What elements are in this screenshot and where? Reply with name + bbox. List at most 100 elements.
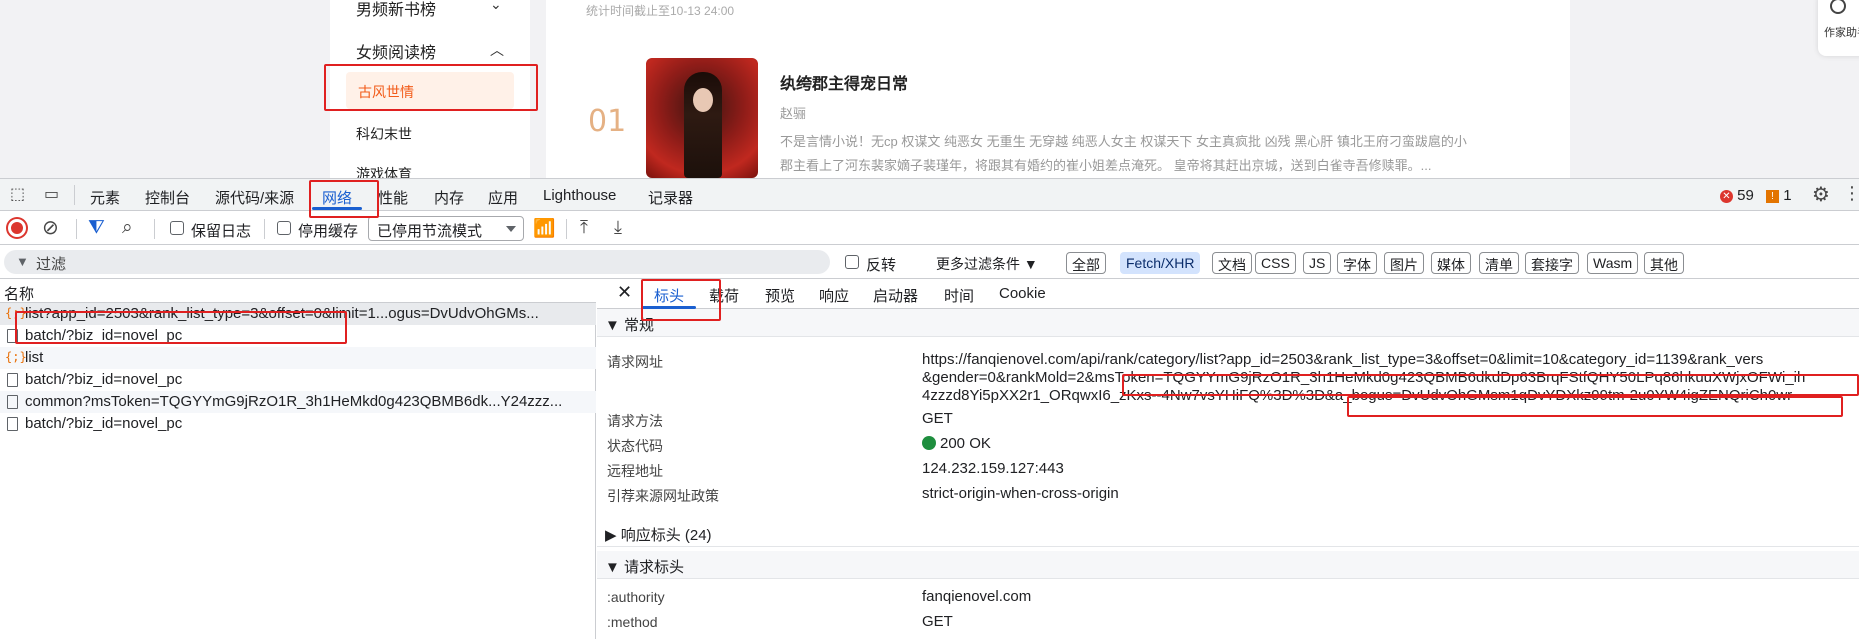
filter-funnel-icon[interactable]: ⧨ xyxy=(88,218,105,237)
devtools-tab-bar: ⬚ ▭ 元素 控制台 源代码/来源 网络 性能 内存 应用 Lighthouse… xyxy=(0,178,1859,211)
stat-time-label: 统计时间截止至10-13 24:00 xyxy=(586,4,735,18)
dropdown-arrow-icon xyxy=(506,226,516,232)
active-tab-underline xyxy=(312,207,362,210)
chip-img[interactable]: 图片 xyxy=(1384,252,1424,274)
invert-label: 反转 xyxy=(866,257,897,274)
tab-console[interactable]: 控制台 xyxy=(145,187,190,208)
tab-initiator[interactable]: 启动器 xyxy=(873,285,918,306)
request-name: batch/?biz_id=novel_pc xyxy=(25,327,183,344)
document-icon xyxy=(7,329,18,343)
network-toolbar: ⊘ ⧨ ⌕ 保留日志 停用缓存 已停用节流模式 📶 ⤒ ⤓ xyxy=(0,211,1859,245)
status-code-key: 状态代码 xyxy=(607,438,663,454)
disable-cache-checkbox[interactable] xyxy=(277,221,291,235)
chip-js[interactable]: JS xyxy=(1303,252,1332,274)
chip-css[interactable]: CSS xyxy=(1255,252,1296,274)
chevron-up-icon[interactable]: ︿ xyxy=(490,40,504,60)
request-row[interactable]: batch/?biz_id=novel_pc xyxy=(0,369,596,391)
import-har-icon[interactable]: ⤒ xyxy=(580,218,588,236)
tab-performance[interactable]: 性能 xyxy=(378,187,408,208)
tab-memory[interactable]: 内存 xyxy=(434,187,464,208)
header-value: fanqienovel.com xyxy=(922,588,1032,605)
divider xyxy=(74,185,75,205)
section-response-headers[interactable]: ▶ 响应标头 (24) xyxy=(597,519,1859,547)
tab-lighthouse[interactable]: Lighthouse xyxy=(543,187,616,204)
request-url-value: &gender=0&rankMold=2&msToken=TQGYYmG9jRz… xyxy=(922,369,1806,386)
request-row[interactable]: {;} list?app_id=2503&rank_list_type=3&of… xyxy=(0,303,596,325)
device-toolbar-icon[interactable]: ▭ xyxy=(44,187,59,203)
clear-icon[interactable]: ⊘ xyxy=(42,218,59,238)
book-cover-image[interactable] xyxy=(646,58,758,178)
tab-payload[interactable]: 载荷 xyxy=(709,285,739,306)
section-title: ▶ 响应标头 (24) xyxy=(605,527,712,544)
invert-checkbox[interactable] xyxy=(845,255,859,269)
filter-input[interactable]: ▼ 过滤 xyxy=(4,250,830,274)
author-assistant-widget[interactable]: 作家助手 xyxy=(1818,0,1859,56)
preserve-log-checkbox[interactable] xyxy=(170,221,184,235)
rank-number: 01 xyxy=(588,104,627,139)
tab-response[interactable]: 响应 xyxy=(819,285,849,306)
tab-headers[interactable]: 标头 xyxy=(654,285,684,306)
tab-sources[interactable]: 源代码/来源 xyxy=(215,187,294,208)
filter-bar: ▼ 过滤 反转 更多过滤条件 ▼ 全部 Fetch/XHR 文档 CSS JS … xyxy=(0,245,1859,279)
chip-doc[interactable]: 文档 xyxy=(1212,252,1252,274)
inspect-element-icon[interactable]: ⬚ xyxy=(10,187,25,203)
chip-media[interactable]: 媒体 xyxy=(1431,252,1471,274)
tab-timing[interactable]: 时间 xyxy=(944,285,974,306)
sidebar-section-female[interactable]: 女频阅读榜 xyxy=(356,39,436,63)
request-detail-pane: ✕ 标头 载荷 预览 响应 启动器 时间 Cookie ▼ 常规 请求网址 ht… xyxy=(597,279,1859,639)
tab-application[interactable]: 应用 xyxy=(488,187,518,208)
section-title: ▼ 常规 xyxy=(605,317,655,334)
book-title[interactable]: 纨绔郡主得宠日常 xyxy=(780,70,908,94)
column-header-label: 名称 xyxy=(4,286,35,303)
sidebar-item-male-new[interactable]: 男频新书榜 xyxy=(356,0,436,20)
column-header-name[interactable]: 名称 xyxy=(0,279,596,303)
warning-icon: ! xyxy=(1766,189,1780,203)
status-code-text: 200 OK xyxy=(940,435,991,452)
chip-websocket[interactable]: 套接字 xyxy=(1525,252,1579,274)
status-ok-icon xyxy=(922,436,936,450)
chip-all[interactable]: 全部 xyxy=(1066,252,1106,274)
chip-wasm[interactable]: Wasm xyxy=(1587,252,1639,274)
sidebar-item-gufeng[interactable]: 古风世情 xyxy=(346,72,514,109)
close-icon[interactable]: ✕ xyxy=(617,282,632,303)
export-har-icon[interactable]: ⤓ xyxy=(614,218,622,236)
throttling-value: 已停用节流模式 xyxy=(377,223,483,240)
request-name: batch/?biz_id=novel_pc xyxy=(25,371,183,388)
chip-other[interactable]: 其他 xyxy=(1644,252,1684,274)
header-key: :authority xyxy=(607,589,665,605)
chip-fetch-xhr[interactable]: Fetch/XHR xyxy=(1120,252,1201,274)
tab-recorder[interactable]: 记录器 xyxy=(648,187,693,208)
request-url-value: 4zzzd8Yi5pXX2r1_ORqwxI6_zKxs--4Nw7vsYHiF… xyxy=(922,387,1793,404)
tab-network[interactable]: 网络 xyxy=(322,187,352,208)
request-name: common?msToken=TQGYYmG9jRzO1R_3h1HeMkd0g… xyxy=(25,393,563,410)
issues-counter[interactable]: ✕ 59 ! 1 xyxy=(1720,187,1792,204)
request-row[interactable]: common?msToken=TQGYYmG9jRzO1R_3h1HeMkd0g… xyxy=(0,391,596,413)
sidebar-item-games[interactable]: 游戏体育 xyxy=(356,164,412,178)
sidebar-item-scifi[interactable]: 科幻末世 xyxy=(356,124,412,144)
cover-face xyxy=(693,88,713,112)
tab-elements[interactable]: 元素 xyxy=(90,187,120,208)
request-row[interactable]: {;} list xyxy=(0,347,596,369)
book-author[interactable]: 赵骊 xyxy=(780,103,806,122)
more-options-icon[interactable]: ⋮ xyxy=(1843,184,1859,202)
search-icon[interactable]: ⌕ xyxy=(122,218,133,237)
book-description-line: 郡主看上了河东裴家嫡子裴瑾年，将跟其有婚约的崔小姐差点淹死。 皇帝将其赶出京城，… xyxy=(780,158,1432,173)
chip-manifest[interactable]: 清单 xyxy=(1479,252,1519,274)
tab-cookies[interactable]: Cookie xyxy=(999,285,1046,302)
record-stop-icon[interactable] xyxy=(8,219,26,237)
section-request-headers[interactable]: ▼ 请求标头 xyxy=(597,551,1859,579)
request-name: list xyxy=(25,349,44,366)
chip-font[interactable]: 字体 xyxy=(1337,252,1377,274)
settings-gear-icon[interactable]: ⚙ xyxy=(1812,185,1830,205)
section-general[interactable]: ▼ 常规 xyxy=(597,309,1859,337)
rank-sidebar: 男频新书榜 ⌄ 女频阅读榜 ︿ 古风世情 科幻末世 游戏体育 xyxy=(330,0,530,178)
filter-placeholder: 过滤 xyxy=(36,256,67,273)
request-row[interactable]: batch/?biz_id=novel_pc xyxy=(0,325,596,347)
request-method-key: 请求方法 xyxy=(607,413,663,429)
throttling-select[interactable]: 已停用节流模式 xyxy=(368,216,524,241)
more-filters-dropdown[interactable]: 更多过滤条件 ▼ xyxy=(936,254,1038,274)
request-row[interactable]: batch/?biz_id=novel_pc xyxy=(0,413,596,435)
chevron-down-icon[interactable]: ⌄ xyxy=(490,0,502,13)
network-conditions-icon[interactable]: 📶 xyxy=(533,219,555,237)
tab-preview[interactable]: 预览 xyxy=(765,285,795,306)
